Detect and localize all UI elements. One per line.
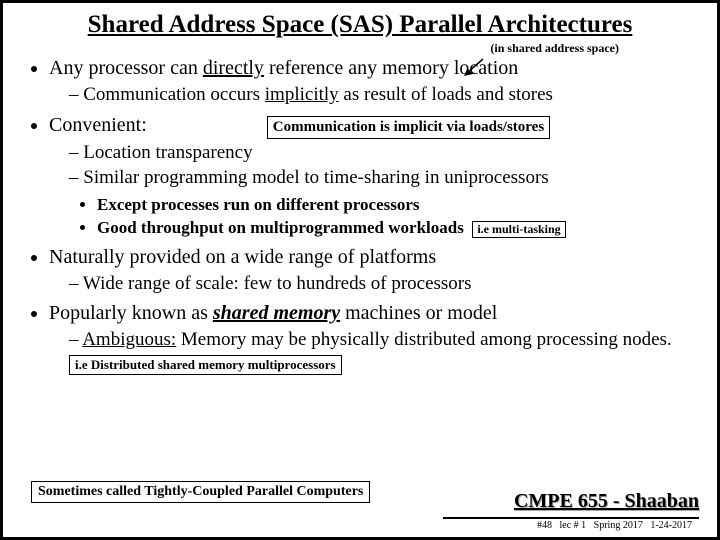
text: as result of loads and stores xyxy=(339,84,553,105)
slide-meta: #48 lec # 1 Spring 2017 1-24-2017 xyxy=(537,520,692,531)
term: Spring 2017 xyxy=(594,520,643,531)
bullet-list: Any processor can directly reference any… xyxy=(21,56,699,376)
text: Convenient: xyxy=(49,114,147,136)
underline: Ambiguous: xyxy=(82,329,176,350)
callout-box: i.e multi-tasking xyxy=(472,221,565,238)
bullet-4: Popularly known as shared memory machine… xyxy=(49,301,699,376)
text: Communication occurs xyxy=(83,84,265,105)
dot-bullet: Good throughput on multiprogrammed workl… xyxy=(97,217,699,238)
sub-bullet: Location transparency xyxy=(69,141,699,165)
underline: implicitly xyxy=(265,84,339,105)
date: 1-24-2017 xyxy=(650,520,692,531)
slide-number: #48 xyxy=(537,520,552,531)
sub-bullet: Communication occurs implicitly as resul… xyxy=(69,83,699,107)
callout-box: i.e Distributed shared memory multiproce… xyxy=(69,355,342,375)
bullet-1: Any processor can directly reference any… xyxy=(49,56,699,107)
callout-box: Communication is implicit via loads/stor… xyxy=(267,116,550,139)
sub-bullet: Wide range of scale: few to hundreds of … xyxy=(69,272,699,296)
text: Good throughput on multiprogrammed workl… xyxy=(97,218,464,237)
sub-bullet: Similar programming model to time-sharin… xyxy=(69,166,699,190)
lecture-number: lec # 1 xyxy=(560,520,587,531)
footer-box: Sometimes called Tightly-Coupled Paralle… xyxy=(31,481,370,503)
dot-bullet: Except processes run on different proces… xyxy=(97,194,699,215)
underline: directly xyxy=(203,57,264,79)
sub-bullet: Ambiguous: Memory may be physically dist… xyxy=(69,328,699,376)
annotation-top: (in shared address space) xyxy=(21,41,699,56)
divider xyxy=(443,517,699,519)
text: Naturally provided on a wide range of pl… xyxy=(49,246,436,268)
emphasis: shared memory xyxy=(213,302,340,324)
bullet-2: Convenient: Communication is implicit vi… xyxy=(49,113,699,239)
slide: Shared Address Space (SAS) Parallel Arch… xyxy=(0,0,720,540)
text: Popularly known as xyxy=(49,302,213,324)
text: Any processor can xyxy=(49,57,203,79)
text: Memory may be physically distributed amo… xyxy=(176,329,672,350)
brand: CMPE 655 - Shaaban xyxy=(514,490,699,513)
arrow-icon xyxy=(463,57,487,77)
bullet-3: Naturally provided on a wide range of pl… xyxy=(49,245,699,296)
text: machines or model xyxy=(340,302,497,324)
slide-title: Shared Address Space (SAS) Parallel Arch… xyxy=(21,11,699,39)
